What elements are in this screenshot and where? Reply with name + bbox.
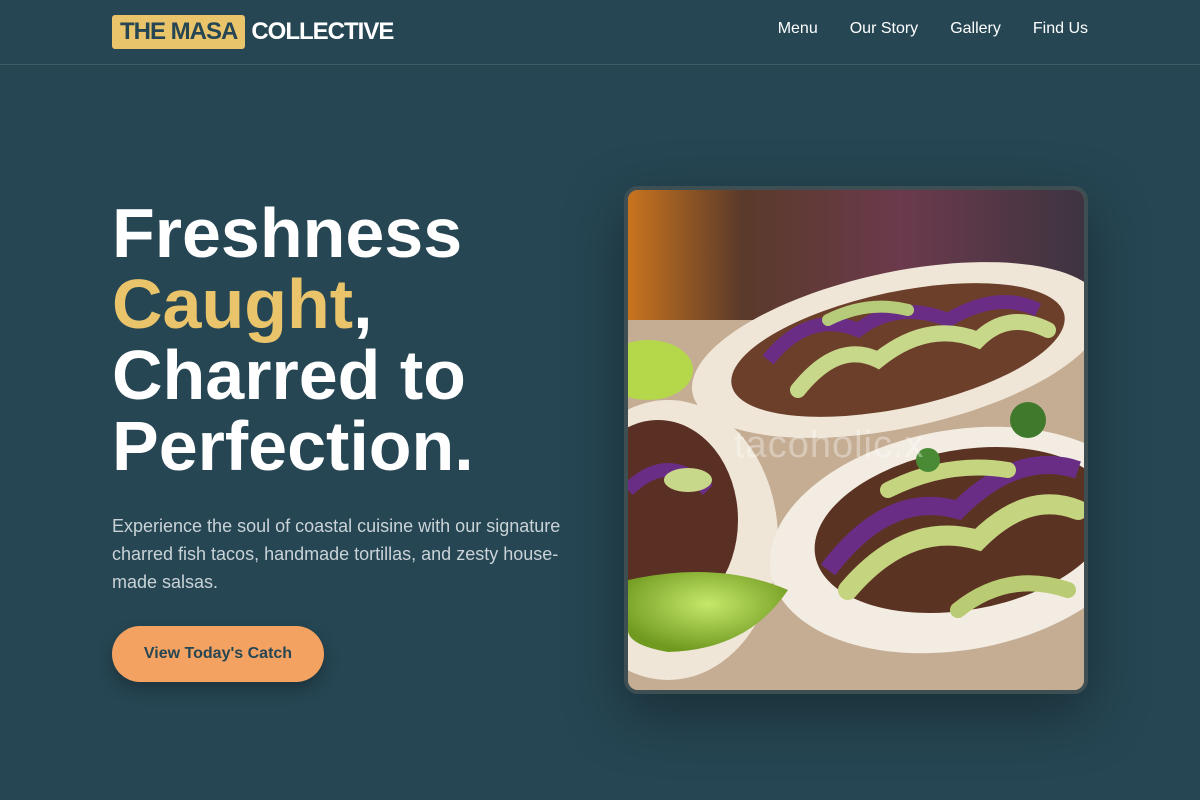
hero-title-line3: Charred to [112, 336, 466, 414]
hero-description: Experience the soul of coastal cuisine w… [112, 516, 561, 592]
brand-logo-badge: THE MASA [112, 14, 246, 49]
hero-title-line4: Perfection. [112, 407, 474, 485]
hero-taco-image: tacoholic.x [624, 186, 1088, 694]
brand-logo[interactable]: THE MASA COLLECTIVE [112, 14, 394, 49]
navbar: THE MASA COLLECTIVE Menu Our Story Galle… [0, 0, 1200, 65]
nav-link-find-us[interactable]: Find Us [1033, 20, 1088, 38]
view-todays-catch-button[interactable]: View Today's Catch [112, 626, 324, 682]
image-watermark: tacoholic.x [734, 424, 925, 466]
main-nav: Menu Our Story Gallery Find Us [778, 20, 1088, 38]
hero-title-accent: Caught [112, 265, 354, 343]
nav-link-our-story[interactable]: Our Story [850, 20, 918, 38]
hero-title-line1: Freshness [112, 194, 463, 272]
hero-title-comma: , [353, 265, 373, 343]
nav-link-gallery[interactable]: Gallery [950, 20, 1001, 38]
nav-link-menu[interactable]: Menu [778, 20, 818, 38]
brand-logo-text: COLLECTIVE [251, 17, 394, 45]
hero-title: Freshness Caught, Charred to Perfection. [112, 198, 592, 482]
